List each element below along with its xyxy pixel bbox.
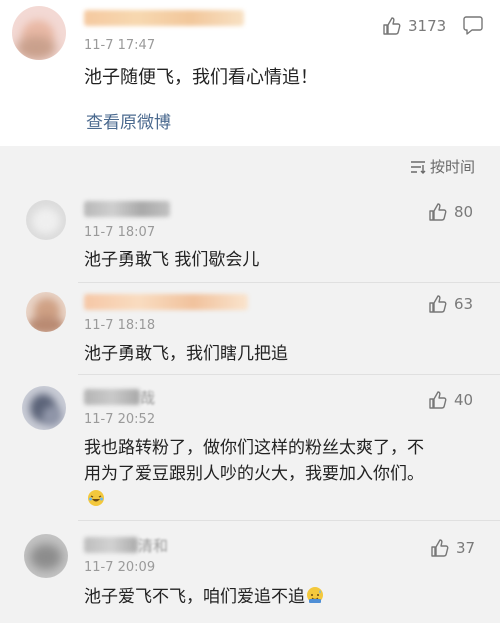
main-post-card: 11-7 17:47 池子随便飞，我们看心情追！ 查看原微博 3173 [0,0,500,146]
comment-like-button[interactable]: 80 [428,202,473,222]
sort-by-time-button[interactable]: 按时间 [410,156,475,177]
comment-text: 池子勇敢飞，我们瞎几把追 [84,344,288,364]
main-post-avatar[interactable] [12,6,66,60]
comment-like-button[interactable]: 40 [428,390,473,410]
comment-text-content: 池子爱飞不飞，咱们爱追不追 [84,587,305,607]
main-post-text: 池子随便飞，我们看心情追！ [84,67,318,88]
main-post-like-count: 3173 [408,17,447,35]
comment-like-count: 37 [456,539,476,557]
thumbs-up-icon [383,17,401,35]
sort-label: 按时间 [430,158,476,176]
main-post-time: 11-7 17:47 [84,38,156,53]
comment-avatar[interactable] [24,534,68,578]
comment-like-count: 40 [454,391,474,409]
comment-item: 11-7 18:07 池子勇敢飞 我们歇会儿 80 [0,190,500,282]
comment-username-tail[interactable]: 哉 [140,387,155,408]
divider [78,374,500,375]
comment-avatar[interactable] [26,200,66,240]
comment-item: 清和 11-7 20:09 池子爱飞不飞，咱们爱追不追 37 [0,524,500,623]
comment-username-blurred[interactable] [84,537,138,553]
comment-like-count: 80 [454,203,474,221]
comment-time: 11-7 20:09 [84,560,156,575]
comment-time: 11-7 20:52 [84,412,156,427]
laughing-emoji-icon [88,490,104,506]
thumbs-up-icon [431,539,449,557]
divider [78,282,500,283]
sweat-smile-emoji-icon [307,587,323,603]
comment-username-blurred[interactable] [84,389,140,405]
comment-username-blurred[interactable] [84,294,248,310]
comment-text-line-2: 用为了爱豆跟别人吵的火大，我要加入你们。 [84,464,424,484]
divider [78,520,500,521]
share-icon[interactable] [462,14,484,36]
thumbs-up-icon [429,295,447,313]
comment-item: 哉 11-7 20:52 我也路转粉了，做你们这样的粉丝太爽了，不 用为了爱豆跟… [0,378,500,518]
comment-like-button[interactable]: 37 [430,538,475,558]
thumbs-up-icon [429,391,447,409]
comment-username-tail[interactable]: 清和 [138,535,168,556]
thumbs-up-icon [429,203,447,221]
comment-avatar[interactable] [22,386,66,430]
sort-lines-icon [411,160,426,174]
comment-time: 11-7 18:07 [84,225,156,240]
comment-text-line-1: 我也路转粉了，做你们这样的粉丝太爽了，不 [84,438,424,458]
main-post-username-blurred[interactable] [84,10,244,26]
comment-time: 11-7 18:18 [84,318,156,333]
comment-like-button[interactable]: 63 [428,294,473,314]
comment-text: 池子爱飞不飞，咱们爱追不追 [84,585,323,609]
comment-like-count: 63 [454,295,474,313]
comment-text: 池子勇敢飞 我们歇会儿 [84,250,260,270]
comment-item: 11-7 18:18 池子勇敢飞，我们瞎几把追 63 [0,284,500,376]
main-post-like-button[interactable]: 3173 [382,16,446,36]
comment-avatar[interactable] [26,292,66,332]
comment-username-blurred[interactable] [84,201,170,217]
view-original-link[interactable]: 查看原微博 [86,108,171,133]
